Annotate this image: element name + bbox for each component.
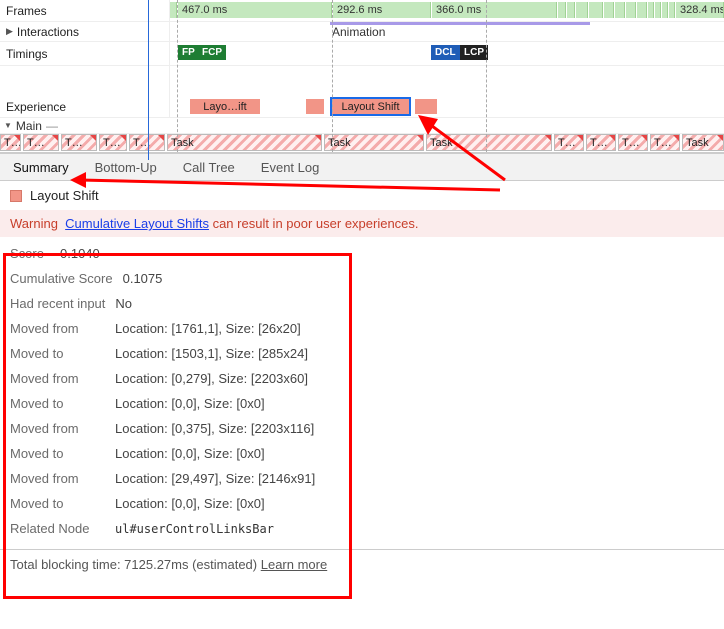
animation-label[interactable]: Animation (332, 25, 385, 39)
row-label-experience: Experience (0, 96, 170, 117)
detail-row: Had recent inputNo (10, 291, 714, 316)
frame-segment[interactable] (637, 2, 647, 18)
frame-segment[interactable] (567, 2, 575, 18)
frame-segment[interactable]: 467.0 ms (178, 2, 332, 18)
frame-segment[interactable]: 366.0 ms (432, 2, 557, 18)
task-cell[interactable]: Task (324, 134, 424, 151)
timings-track[interactable]: FP FCP DCL LCP (170, 42, 724, 65)
layout-shift-block[interactable] (415, 99, 437, 114)
row-label-interactions[interactable]: Interactions (0, 22, 170, 41)
tab-call-tree[interactable]: Call Tree (170, 154, 248, 180)
task-cell[interactable]: T… (0, 134, 21, 151)
tab-summary[interactable]: Summary (0, 154, 82, 180)
event-swatch (10, 190, 22, 202)
frame-segment[interactable] (558, 2, 566, 18)
detail-row: Related Nodeul#userControlLinksBar (10, 516, 714, 541)
tab-bottom-up[interactable]: Bottom-Up (82, 154, 170, 180)
badge-fcp[interactable]: FCP (198, 45, 226, 60)
warning-link[interactable]: Cumulative Layout Shifts (65, 216, 209, 231)
frame-segment[interactable] (576, 2, 588, 18)
task-cell[interactable]: T… (586, 134, 616, 151)
task-cell[interactable]: T… (61, 134, 97, 151)
frame-segment[interactable] (662, 2, 668, 18)
event-title: Layout Shift (30, 188, 99, 203)
event-header: Layout Shift (0, 181, 724, 210)
warning-tail: can result in poor user experiences. (209, 216, 419, 231)
row-label-frames: Frames (0, 0, 170, 21)
badge-fp[interactable]: FP (178, 45, 199, 60)
frame-segment[interactable]: 328.4 ms (676, 2, 724, 18)
experience-track[interactable]: Layo…ift Layout Shift (170, 96, 724, 117)
detail-row: Moved toLocation: [0,0], Size: [0x0] (10, 441, 714, 466)
frames-track[interactable]: 467.0 ms 292.6 ms 366.0 ms 328.4 ms (170, 0, 724, 21)
badge-lcp[interactable]: LCP (460, 45, 488, 60)
tab-event-log[interactable]: Event Log (248, 154, 333, 180)
detail-row: Moved fromLocation: [0,279], Size: [2203… (10, 366, 714, 391)
frame-segment[interactable] (655, 2, 661, 18)
main-task-row[interactable]: T… T… T… T… T… Task Task Task T… T… T… T… (0, 134, 724, 152)
detail-row: Moved fromLocation: [29,497], Size: [214… (10, 466, 714, 491)
layout-shift-block[interactable] (306, 99, 324, 114)
spacer (0, 66, 724, 96)
row-main-header[interactable]: Main — (0, 118, 724, 134)
details-tabs: Summary Bottom-Up Call Tree Event Log (0, 153, 724, 181)
frame-segment[interactable] (604, 2, 614, 18)
task-cell[interactable]: T… (618, 134, 648, 151)
detail-row: Cumulative Score0.1075 (10, 266, 714, 291)
task-cell[interactable]: Task (682, 134, 724, 151)
row-label-timings: Timings (0, 42, 170, 65)
task-cell[interactable]: Task (167, 134, 322, 151)
footer-text: Total blocking time: 7125.27ms (estimate… (10, 557, 261, 572)
detail-row: Score0.1040 (10, 241, 714, 266)
detail-row: Moved toLocation: [0,0], Size: [0x0] (10, 391, 714, 416)
task-cell[interactable]: T… (129, 134, 165, 151)
frame-segment[interactable] (615, 2, 625, 18)
learn-more-link[interactable]: Learn more (261, 557, 327, 572)
warning-label: Warning (10, 216, 58, 231)
row-experience: Experience Layo…ift Layout Shift (0, 96, 724, 118)
task-cell[interactable]: T… (23, 134, 59, 151)
interactions-track[interactable]: Animation (170, 22, 724, 41)
row-timings: Timings FP FCP DCL LCP (0, 42, 724, 66)
frame-segment[interactable]: 292.6 ms (333, 2, 431, 18)
frame-segment[interactable] (589, 2, 603, 18)
task-cell[interactable]: Task (426, 134, 552, 151)
frame-segment[interactable] (648, 2, 654, 18)
task-cell[interactable]: T… (99, 134, 127, 151)
badge-dcl[interactable]: DCL (431, 45, 460, 60)
footer-bar: Total blocking time: 7125.27ms (estimate… (0, 549, 724, 579)
frame-segment[interactable] (170, 2, 177, 18)
layout-shift-block[interactable]: Layo…ift (190, 99, 260, 114)
warning-bar: Warning Cumulative Layout Shifts can res… (0, 210, 724, 237)
details-panel: Score0.1040 Cumulative Score0.1075 Had r… (0, 237, 724, 549)
row-interactions: Interactions Animation (0, 22, 724, 42)
detail-row: Moved toLocation: [0,0], Size: [0x0] (10, 491, 714, 516)
layout-shift-block-selected[interactable]: Layout Shift (332, 99, 409, 114)
frame-segment[interactable] (626, 2, 636, 18)
detail-row: Moved toLocation: [1503,1], Size: [285x2… (10, 341, 714, 366)
row-frames: Frames 467.0 ms 292.6 ms 366.0 ms 328.4 … (0, 0, 724, 22)
main-label: Main (16, 119, 42, 133)
frame-segment[interactable] (669, 2, 675, 18)
detail-row: Moved fromLocation: [0,375], Size: [2203… (10, 416, 714, 441)
task-cell[interactable]: T… (650, 134, 680, 151)
task-cell[interactable]: T… (554, 134, 584, 151)
detail-row: Moved fromLocation: [1761,1], Size: [26x… (10, 316, 714, 341)
timeline-pane[interactable]: Frames 467.0 ms 292.6 ms 366.0 ms 328.4 … (0, 0, 724, 153)
